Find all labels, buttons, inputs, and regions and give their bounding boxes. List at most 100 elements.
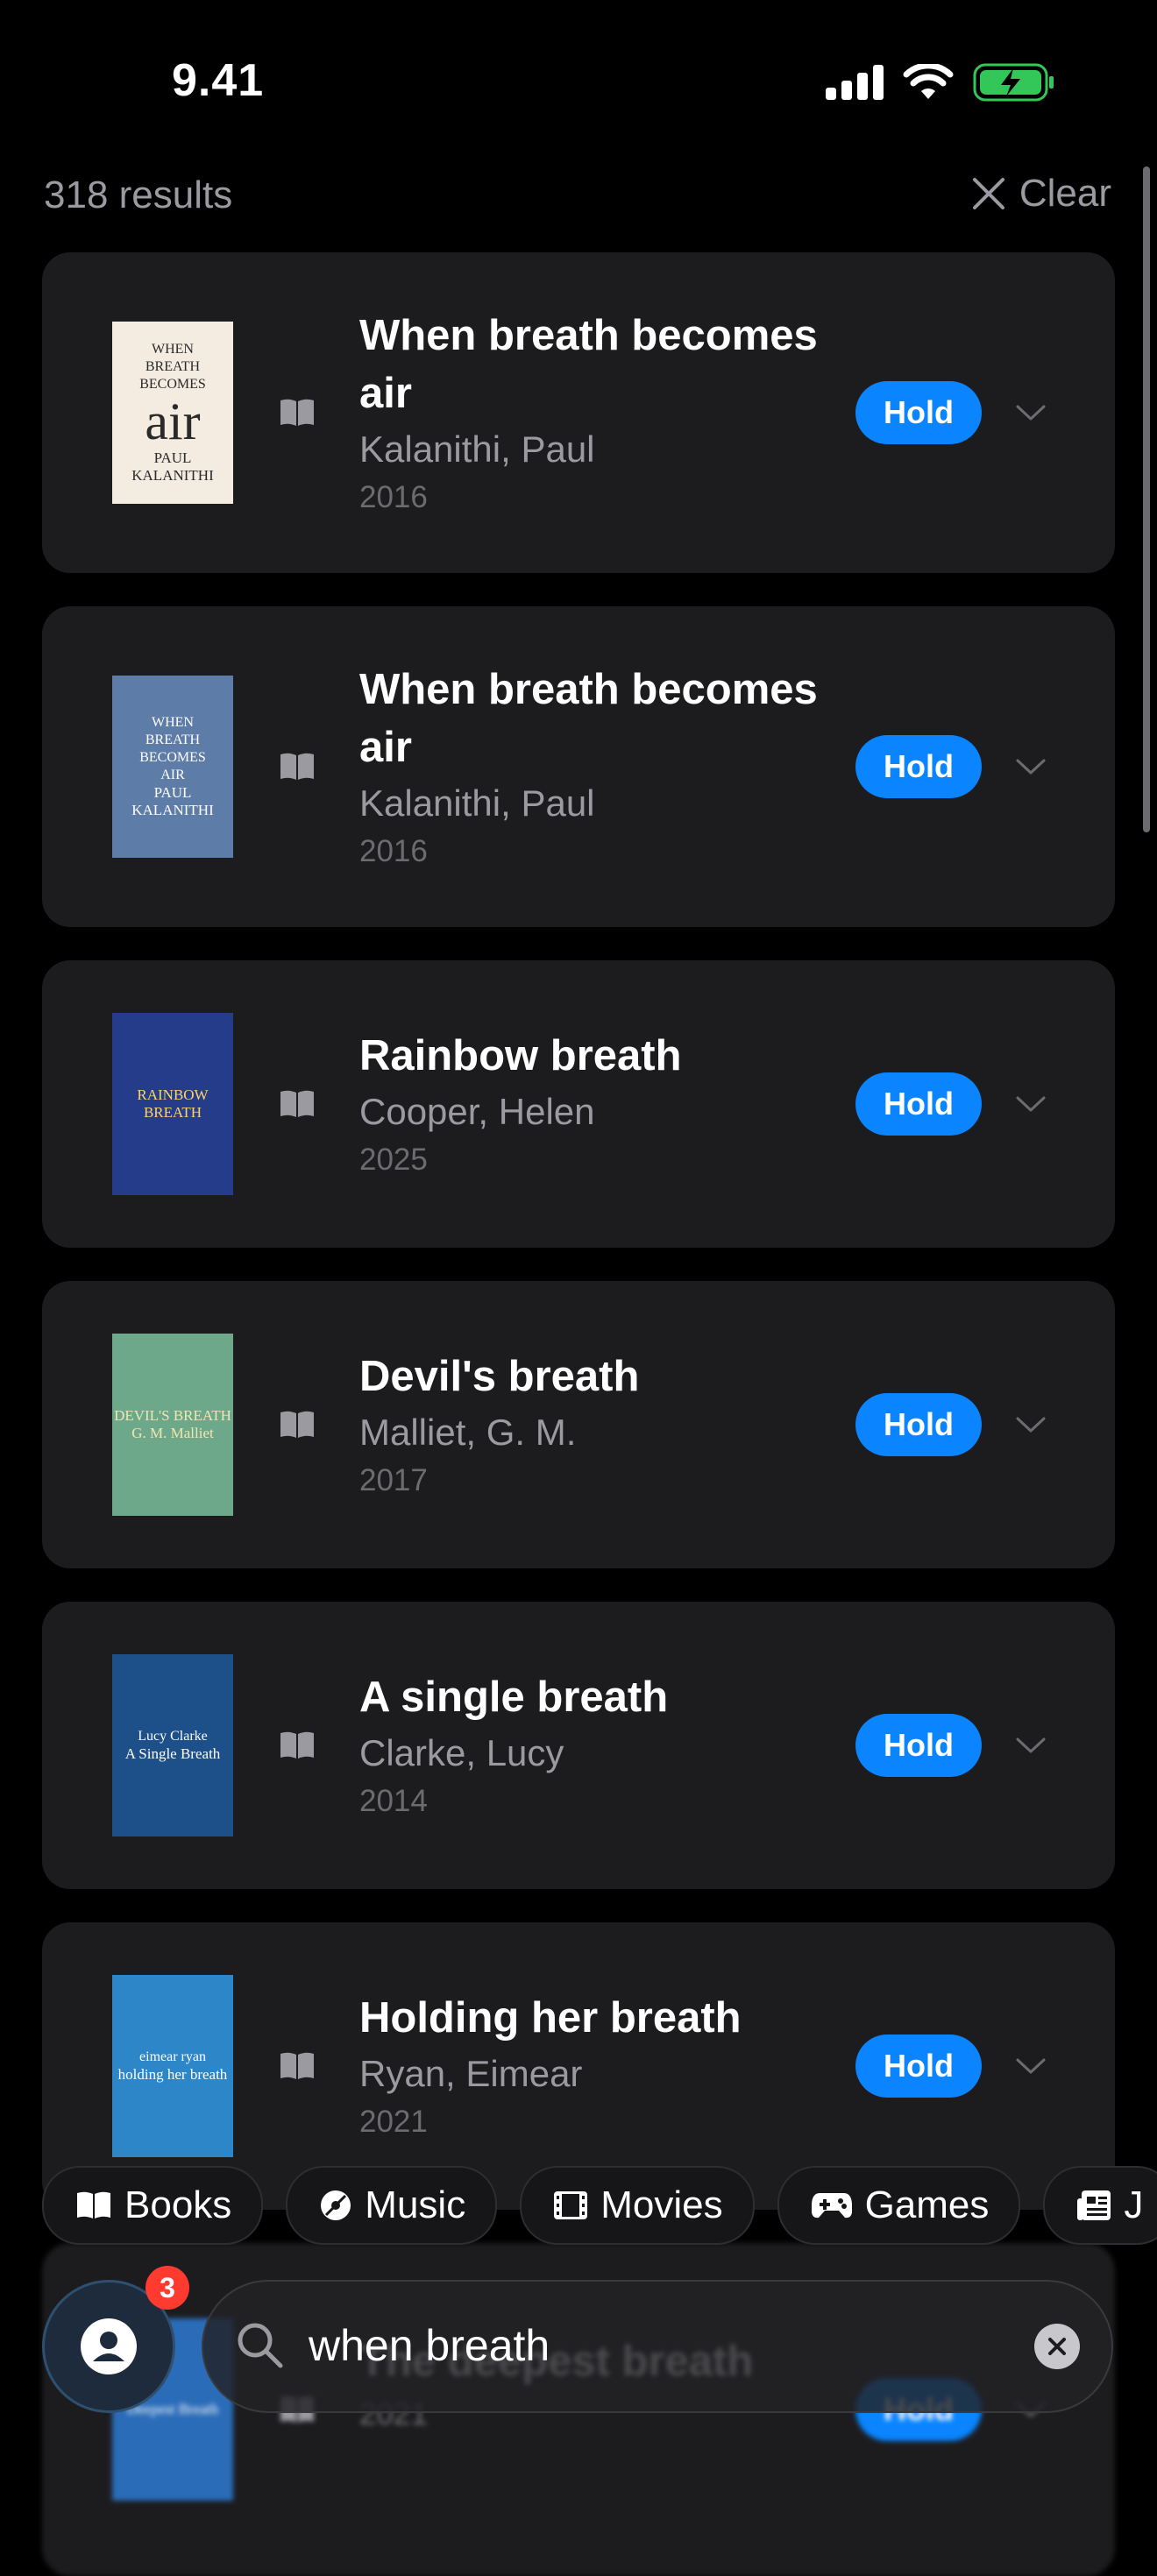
result-year: 2017 [359,1463,428,1497]
filter-movies[interactable]: Movies [520,2166,755,2245]
cover-text: PAUL KALANITHI [131,784,214,818]
chevron-down-icon[interactable] [1015,1416,1047,1433]
wifi-icon [903,64,954,99]
cover-text: BREATH [145,732,201,747]
result-info: When breath becomes air Kalanithi, Paul … [359,307,850,520]
result-card[interactable]: WHEN BREATH BECOMES air PAUL KALANITHI When … [42,252,1115,573]
results-count: 318 results [44,173,233,216]
filter-books[interactable]: Books [42,2166,264,2245]
filter-label: Games [864,2183,990,2226]
status-time: 9.41 [172,55,265,106]
cellular-signal-icon [826,65,884,100]
gamepad-icon [811,2193,852,2219]
result-card[interactable]: DEVIL'S BREATH G. M. Malliet Devil's brea… [42,1281,1115,1568]
hold-button[interactable]: Hold [855,1393,982,1456]
cover-text: RAINBOW BREATH [137,1086,209,1121]
filter-label: Movies [600,2183,723,2226]
result-title[interactable]: When breath becomes air [359,661,850,776]
user-avatar-icon [81,2318,137,2374]
status-icons [826,63,1055,102]
hold-button[interactable]: Hold [855,1714,982,1777]
film-icon [554,2191,588,2219]
clear-button[interactable]: Clear [972,172,1111,216]
hold-button[interactable]: Hold [855,735,982,798]
result-card[interactable]: RAINBOW BREATH Rainbow breath Cooper, He… [42,960,1115,1248]
cover-text: PAUL KALANITHI [131,449,214,484]
result-author: Malliet, G. M. [359,1412,577,1453]
result-info: A single breath Clarke, Lucy 2014 [359,1668,850,1824]
music-disc-icon [321,2190,351,2220]
result-year: 2016 [359,480,428,514]
cover-text: Lucy Clarke [138,1729,208,1744]
result-card[interactable]: WHEN BREATH BECOMES AIR PAUL KALANITHI When … [42,606,1115,927]
book-icon [77,2191,110,2219]
result-title[interactable]: Devil's breath [359,1348,850,1405]
book-cover[interactable]: RAINBOW BREATH [112,1013,233,1195]
cover-text: BREATH [145,359,201,374]
cover-text: G. M. Malliet [131,1425,214,1441]
filter-label: J [1124,2183,1144,2226]
cover-text: eimear ryan [139,2049,206,2064]
filter-music[interactable]: Music [286,2166,498,2245]
book-format-icon [280,753,314,780]
result-author: Kalanithi, Paul [359,428,595,470]
battery-charging-icon [973,63,1054,102]
book-cover[interactable]: DEVIL'S BREATH G. M. Malliet [112,1334,233,1516]
book-cover[interactable]: eimear ryan holding her breath [112,1975,233,2157]
result-year: 2014 [359,1784,428,1818]
result-author: Kalanithi, Paul [359,782,595,824]
search-input[interactable]: when breath [309,2320,550,2371]
category-filters: Books Music Movies Games J [42,2166,1157,2245]
result-author: Ryan, Eimear [359,2053,583,2094]
result-info: Devil's breath Malliet, G. M. 2017 [359,1348,850,1504]
filter-label: Music [365,2183,466,2226]
book-format-icon [280,1411,314,1438]
filter-label: Books [124,2183,232,2226]
chevron-down-icon[interactable] [1015,758,1047,775]
cover-text: AIR [160,768,185,782]
book-cover[interactable]: WHEN BREATH BECOMES AIR PAUL KALANITHI [112,676,233,858]
result-year: 2016 [359,834,428,868]
chevron-down-icon[interactable] [1015,2057,1047,2075]
chevron-down-icon[interactable] [1015,1737,1047,1754]
book-format-icon [280,1731,314,1759]
result-year: 2021 [359,2105,428,2139]
cover-text: A Single Breath [124,1745,221,1762]
book-format-icon [280,399,314,426]
book-format-icon [280,2052,314,2079]
close-icon [1048,2338,1066,2355]
result-title[interactable]: When breath becomes air [359,307,850,422]
cover-text: air [145,393,201,450]
result-info: When breath becomes air Kalanithi, Paul … [359,661,850,874]
close-icon [972,178,1004,209]
result-title[interactable]: A single breath [359,1668,850,1726]
result-info: Rainbow breath Cooper, Helen 2025 [359,1027,850,1183]
book-cover[interactable]: WHEN BREATH BECOMES air PAUL KALANITHI [112,322,233,504]
clear-search-button[interactable] [1034,2324,1080,2369]
scrollbar[interactable] [1143,166,1150,832]
filter-games[interactable]: Games [777,2166,1021,2245]
result-author: Cooper, Helen [359,1091,595,1132]
notification-badge: 3 [146,2266,189,2310]
newspaper-icon [1077,2190,1111,2220]
cover-text: DEVIL'S BREATH [114,1407,231,1424]
result-info: Holding her breath Ryan, Eimear 2021 [359,1989,850,2145]
clear-label: Clear [1019,172,1111,215]
chevron-down-icon[interactable] [1015,404,1047,421]
search-bar[interactable]: when breath [202,2280,1113,2413]
cover-text: BECOMES [139,750,206,765]
result-author: Clarke, Lucy [359,1732,564,1773]
cover-text: holding her breath [117,2066,228,2083]
result-year: 2025 [359,1143,428,1177]
hold-button[interactable]: Hold [855,1072,982,1136]
filter-journals[interactable]: J [1043,2166,1157,2245]
hold-button[interactable]: Hold [855,381,982,444]
result-card[interactable]: Lucy Clarke A Single Breath A single brea… [42,1602,1115,1889]
result-title[interactable]: Rainbow breath [359,1027,850,1085]
chevron-down-icon[interactable] [1015,1095,1047,1113]
book-cover[interactable]: Lucy Clarke A Single Breath [112,1654,233,1836]
book-format-icon [280,1090,314,1117]
result-title[interactable]: Holding her breath [359,1989,850,2047]
hold-button[interactable]: Hold [855,2035,982,2098]
cover-text: BECOMES [139,377,206,392]
